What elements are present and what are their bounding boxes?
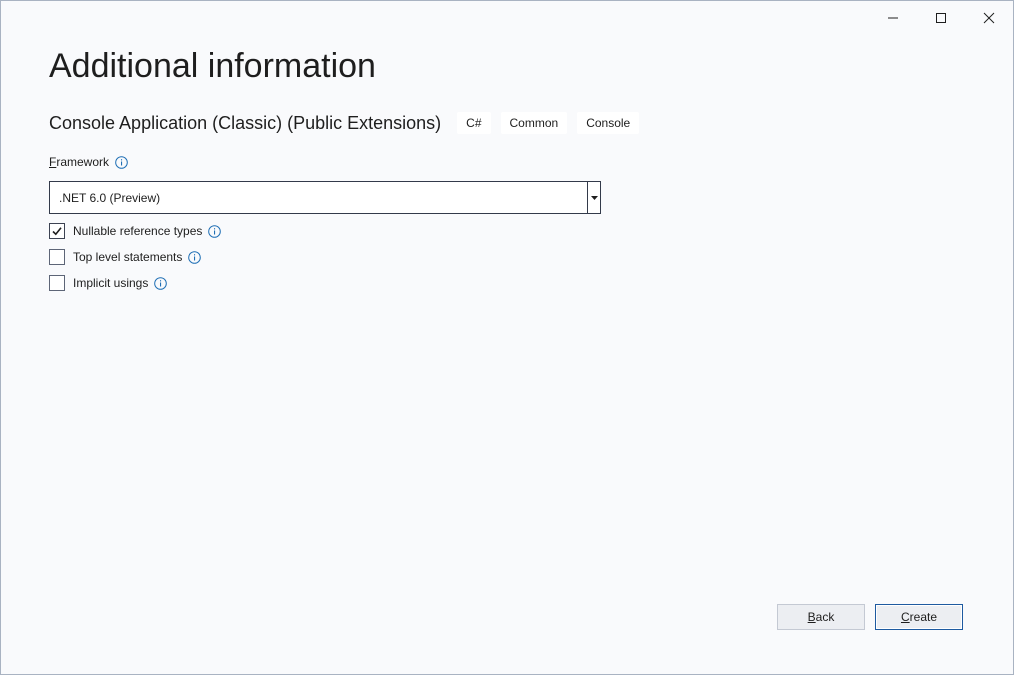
minimize-icon <box>888 17 898 19</box>
tag-project-type: Console <box>577 112 640 134</box>
create-accelerator: C <box>900 610 910 624</box>
top-level-statements-label: Top level statements <box>73 250 183 264</box>
back-label: ack <box>815 610 835 624</box>
checkmark-icon <box>52 227 62 236</box>
framework-info-icon[interactable] <box>114 155 128 169</box>
tag-language: C# <box>457 112 491 134</box>
dialog-window: Additional information Console Applicati… <box>0 0 1014 675</box>
option-nullable-reference-types[interactable]: Nullable reference types <box>49 223 221 239</box>
option-implicit-usings[interactable]: Implicit usings <box>49 275 167 291</box>
page-title: Additional information <box>49 47 376 85</box>
framework-label: Framework <box>49 155 128 169</box>
framework-label-accelerator: F <box>49 155 57 169</box>
tag-platform: Common <box>500 112 568 134</box>
option-top-level-statements[interactable]: Top level statements <box>49 249 201 265</box>
maximize-button[interactable] <box>917 1 965 35</box>
framework-dropdown-button[interactable] <box>587 182 600 213</box>
template-header: Console Application (Classic) (Public Ex… <box>49 111 649 135</box>
template-name: Console Application (Classic) (Public Ex… <box>49 112 442 133</box>
create-button[interactable]: Create <box>875 604 963 630</box>
implicit-usings-info-icon[interactable] <box>153 276 167 290</box>
close-button[interactable] <box>965 1 1013 35</box>
nullable-info-icon[interactable] <box>207 224 221 238</box>
implicit-usings-checkbox[interactable] <box>49 275 65 291</box>
framework-label-text: ramework <box>56 155 110 169</box>
maximize-icon <box>936 13 946 23</box>
minimize-button[interactable] <box>869 1 917 35</box>
create-label: reate <box>909 610 938 624</box>
back-button[interactable]: Back <box>777 604 865 630</box>
framework-select[interactable]: .NET 6.0 (Preview) <box>49 181 601 214</box>
top-level-statements-checkbox[interactable] <box>49 249 65 265</box>
nullable-label: Nullable reference types <box>73 224 203 238</box>
nullable-checkbox[interactable] <box>49 223 65 239</box>
framework-select-value: .NET 6.0 (Preview) <box>59 190 161 205</box>
top-level-statements-info-icon[interactable] <box>187 250 201 264</box>
implicit-usings-label: Implicit usings <box>73 276 149 290</box>
window-controls <box>869 1 1013 35</box>
back-accelerator: B <box>807 610 816 624</box>
close-icon <box>983 12 995 24</box>
chevron-down-icon <box>590 195 598 200</box>
